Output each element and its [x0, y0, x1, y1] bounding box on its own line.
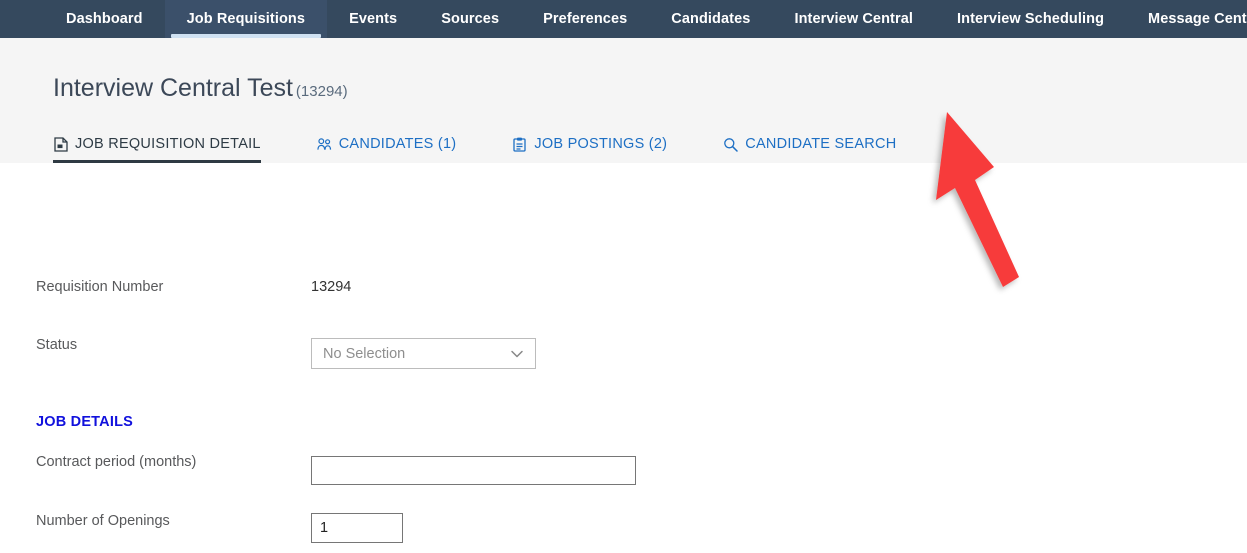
nav-label: Job Requisitions [186, 11, 306, 27]
page-title-text: Interview Central Test [53, 74, 293, 102]
contract-period-label: Contract period (months) [36, 454, 197, 470]
nav-label: Events [349, 11, 398, 27]
nav-item-events[interactable]: Events [327, 0, 419, 38]
number-of-openings-label: Number of Openings [36, 513, 170, 529]
tab-candidates[interactable]: CANDIDATES (1) [317, 136, 457, 163]
nav-item-dashboard[interactable]: Dashboard [44, 0, 165, 38]
contract-period-input[interactable] [311, 456, 636, 485]
nav-label: Interview Central [794, 11, 913, 27]
status-select-value: No Selection [323, 345, 406, 362]
number-of-openings-input[interactable] [311, 513, 403, 543]
job-details-section-heading: JOB DETAILS [36, 414, 133, 430]
people-icon [317, 137, 332, 152]
nav-label: Interview Scheduling [957, 11, 1105, 27]
clipboard-icon [512, 137, 527, 152]
tab-label: JOB POSTINGS (2) [534, 136, 668, 152]
requisition-number-label: Requisition Number [36, 279, 164, 295]
nav-item-candidates[interactable]: Candidates [649, 0, 772, 38]
nav-item-message-center[interactable]: Message Center [1126, 0, 1247, 38]
tab-label: CANDIDATES (1) [338, 136, 457, 152]
nav-label: Message Center [1148, 11, 1247, 27]
page-header-band: Interview Central Test (13294) JOB REQUIS… [0, 38, 1247, 163]
job-requisition-detail-form: Requisition Number 13294 Status No Selec… [0, 163, 1247, 553]
tab-job-postings[interactable]: JOB POSTINGS (2) [512, 136, 667, 163]
nav-item-interview-central[interactable]: Interview Central [772, 0, 935, 38]
nav-label: Candidates [671, 11, 751, 27]
tab-label: CANDIDATE SEARCH [745, 136, 897, 152]
tab-candidate-search[interactable]: CANDIDATE SEARCH [723, 136, 896, 163]
nav-item-preferences[interactable]: Preferences [521, 0, 649, 38]
chevron-down-icon [511, 350, 523, 357]
tab-label: JOB REQUISITION DETAIL [75, 136, 261, 152]
status-label: Status [36, 337, 78, 353]
nav-item-sources[interactable]: Sources [419, 0, 521, 38]
nav-item-job-requisitions[interactable]: Job Requisitions [164, 0, 328, 38]
nav-label: Sources [441, 11, 500, 27]
nav-label: Dashboard [66, 11, 143, 27]
tab-job-requisition-detail[interactable]: JOB REQUISITION DETAIL [53, 136, 261, 163]
page-title: Interview Central Test (13294) [53, 74, 348, 103]
requisition-number-value: 13294 [311, 279, 352, 295]
document-icon [53, 136, 68, 152]
page-title-requisition-id: (13294) [295, 83, 348, 100]
nav-item-interview-scheduling[interactable]: Interview Scheduling [935, 0, 1126, 38]
search-icon [723, 137, 739, 152]
status-select[interactable]: No Selection [311, 338, 536, 369]
top-navigation-bar: Dashboard Job Requisitions Events Source… [0, 0, 1247, 38]
nav-label: Preferences [543, 11, 628, 27]
tab-strip: JOB REQUISITION DETAIL CANDIDATES (1) JO… [53, 127, 896, 163]
